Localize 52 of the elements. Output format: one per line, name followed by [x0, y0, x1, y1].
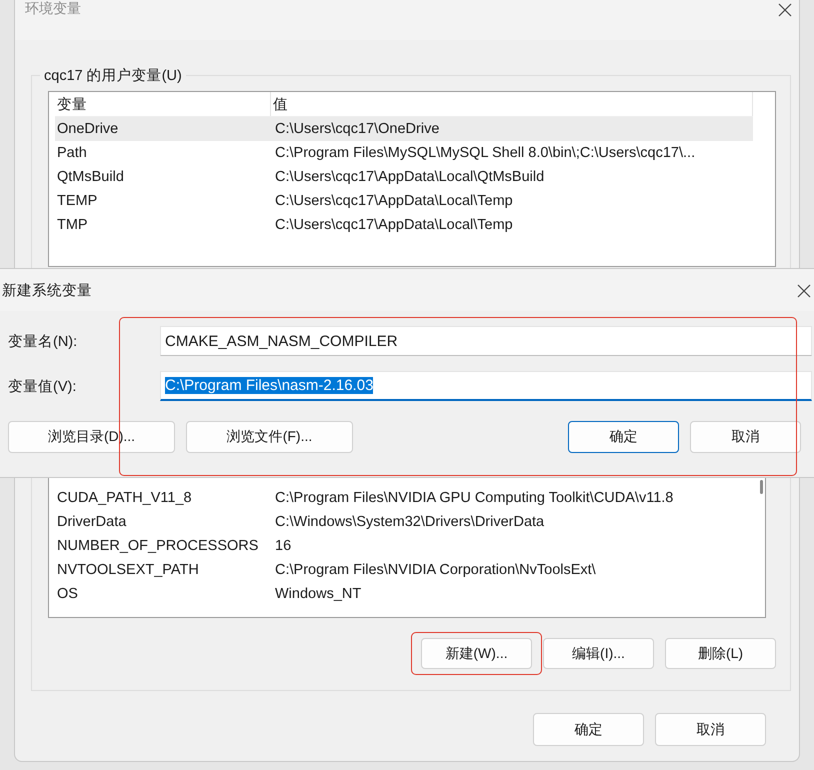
- variable-name: QtMsBuild: [56, 169, 125, 185]
- close-icon[interactable]: [796, 283, 812, 299]
- variable-value: C:\Windows\System32\Drivers\DriverData: [274, 514, 546, 530]
- list-row[interactable]: CUDA_PATH_V11_8 C:\Program Files\NVIDIA GPU Computing Toolkit\CUDA\v11.8: [55, 486, 743, 510]
- variable-value: C:\Users\cqc17\AppData\Local\Temp: [274, 193, 514, 209]
- action-button[interactable]: 删除(L): [665, 638, 776, 669]
- variable-value: C:\Users\cqc17\AppData\Local\Temp: [274, 217, 514, 233]
- action-button[interactable]: 编辑(I)...: [543, 638, 654, 669]
- variable-value: C:\Users\cqc17\AppData\Local\QtMsBuild: [274, 169, 546, 185]
- action-button[interactable]: 新建(W)...: [421, 638, 532, 669]
- variable-name: TEMP: [56, 193, 98, 209]
- dialog-title: 新建系统变量: [2, 282, 92, 300]
- field-label: 变量值(V):: [7, 378, 78, 396]
- list-row[interactable]: NUMBER_OF_PROCESSORS 16: [55, 534, 743, 558]
- variable-name: TMP: [56, 217, 89, 233]
- group-label: cqc17 的用户变量(U): [43, 66, 183, 85]
- variable-value: C:\Users\cqc17\OneDrive: [274, 121, 440, 137]
- dialog-button[interactable]: 确定: [568, 421, 679, 453]
- input-field[interactable]: CMAKE_ASM_NASM_COMPILER: [160, 326, 812, 356]
- variable-value: 16: [274, 538, 292, 554]
- field-label: 变量名(N):: [7, 332, 78, 350]
- column-header[interactable]: 值: [271, 92, 753, 116]
- list-row[interactable]: Path C:\Program Files\MySQL\MySQL Shell 8.0\bin\;C:\Users\cqc17\...: [55, 141, 753, 165]
- list-row[interactable]: TMP C:\Users\cqc17\AppData\Local\Temp: [55, 213, 753, 237]
- list-row[interactable]: DriverData C:\Windows\System32\Drivers\DriverData: [55, 510, 743, 534]
- list-row[interactable]: NVTOOLSEXT_PATH C:\Program Files\NVIDIA Corporation\NvToolsExt\: [55, 558, 743, 582]
- list-row[interactable]: OneDrive C:\Users\cqc17\OneDrive: [55, 117, 753, 141]
- scrollbar-thumb[interactable]: [760, 480, 763, 494]
- dialog-button[interactable]: 取消: [690, 421, 801, 453]
- close-icon[interactable]: [777, 2, 793, 18]
- input-field[interactable]: C:\Program Files\nasm-2.16.03: [160, 371, 812, 401]
- column-header[interactable]: 变量: [55, 92, 271, 116]
- variable-name: DriverData: [56, 514, 128, 530]
- variable-name: OS: [56, 586, 79, 602]
- variable-name: OneDrive: [56, 121, 120, 137]
- variable-value: Windows_NT: [274, 586, 362, 602]
- variable-value: C:\Program Files\MySQL\MySQL Shell 8.0\bin\;C:\Users\cqc17\...: [274, 145, 696, 161]
- dialog-button[interactable]: 取消: [655, 713, 766, 746]
- window-title: 环境变量: [25, 0, 81, 16]
- user-variable-list[interactable]: [48, 91, 776, 267]
- list-row[interactable]: OS Windows_NT: [55, 582, 743, 606]
- list-row[interactable]: QtMsBuild C:\Users\cqc17\AppData\Local\QtMsBuild: [55, 165, 753, 189]
- variable-name: NUMBER_OF_PROCESSORS: [56, 538, 260, 554]
- browse-button[interactable]: 浏览文件(F)...: [186, 421, 353, 453]
- variable-name: Path: [56, 145, 88, 161]
- variable-name: NVTOOLSEXT_PATH: [56, 562, 200, 578]
- list-row[interactable]: TEMP C:\Users\cqc17\AppData\Local\Temp: [55, 189, 753, 213]
- variable-value: C:\Program Files\NVIDIA Corporation\NvToolsExt\: [274, 562, 597, 578]
- variable-name: CUDA_PATH_V11_8: [56, 490, 193, 506]
- variable-value: C:\Program Files\NVIDIA GPU Computing Toolkit\CUDA\v11.8: [274, 490, 674, 506]
- system-variable-list[interactable]: [48, 478, 766, 618]
- dialog-button[interactable]: 确定: [533, 713, 644, 746]
